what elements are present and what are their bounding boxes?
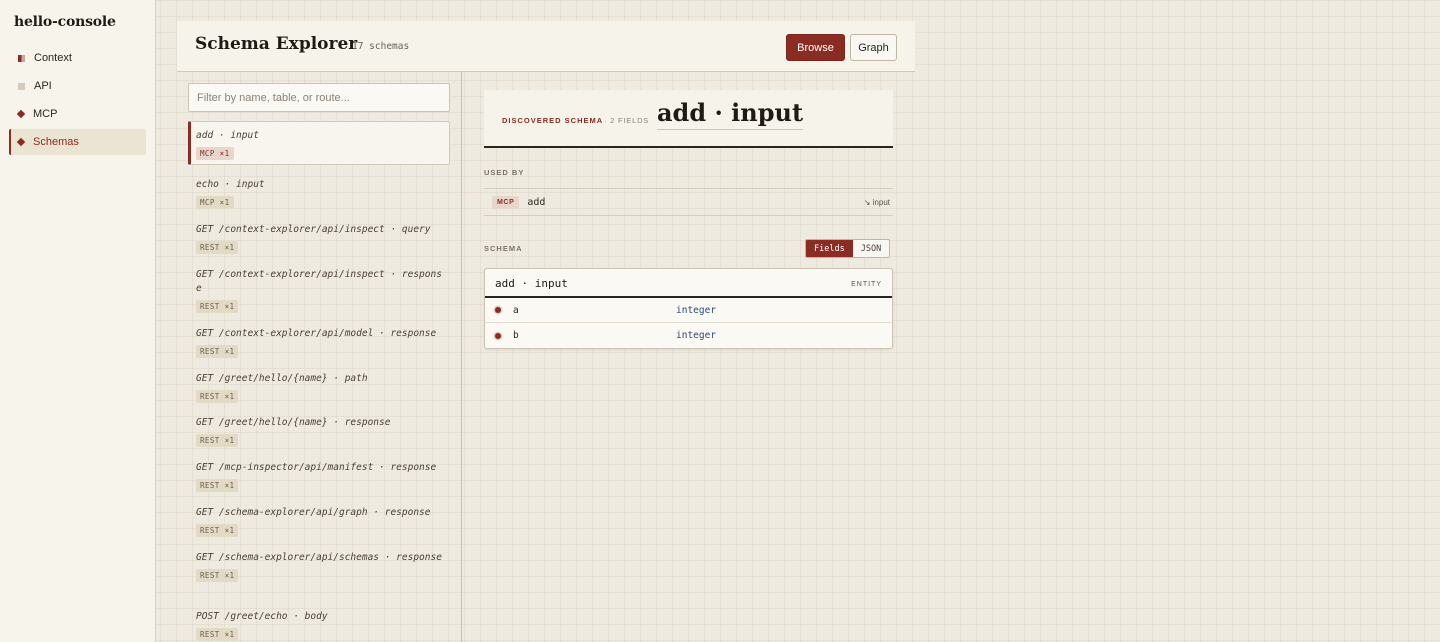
schema-list-item[interactable]: GET /greet/hello/{name} · response REST … [188, 409, 450, 448]
sidebar-item-label: Context [34, 52, 72, 64]
discovered-schema-label: DISCOVERED SCHEMA [502, 116, 604, 125]
sidebar-item-api[interactable]: API [9, 73, 146, 99]
sidebar-item-label: MCP [33, 108, 58, 120]
sidebar-item-schemas[interactable]: Schemas [9, 129, 146, 155]
schema-item-name: GET /greet/hello/{name} · response [196, 417, 391, 428]
required-dot-icon [495, 307, 501, 313]
entity-card: add · input ENTITY a integer b integer [484, 268, 893, 349]
used-by-name: add [527, 196, 546, 208]
view-toggle: Fields JSON [805, 239, 891, 258]
used-by-row[interactable]: MCP add ↘ input [484, 188, 893, 216]
schema-list-pane: add · input MCP ×1 echo · input MCP ×1 G… [177, 72, 462, 642]
schema-item-tag: REST ×1 [196, 524, 239, 537]
used-by-label: USED BY [484, 168, 525, 177]
schema-count: 17 schemas [352, 41, 410, 52]
schema-detail-header: DISCOVERED SCHEMA · 2 FIELDS add · input [484, 90, 893, 148]
schema-item-name: POST /greet/echo · body [196, 611, 328, 622]
schema-item-tag: REST ×1 [196, 345, 239, 358]
page-title: Schema Explorer [195, 34, 358, 54]
schema-item-tag: REST ×1 [196, 390, 239, 403]
schema-item-tag: REST ×1 [196, 434, 239, 447]
schema-list-item[interactable]: GET /schema-explorer/api/schemas · respo… [188, 544, 450, 583]
used-by-tag: MCP [492, 195, 520, 209]
entity-header: add · input ENTITY [485, 269, 892, 298]
context-icon [18, 54, 25, 62]
field-type: integer [676, 304, 717, 316]
field-row: a integer [485, 298, 892, 323]
entity-name: add · input [495, 277, 568, 290]
schema-item-tag: MCP ×1 [196, 147, 234, 160]
filter-input[interactable] [188, 83, 450, 112]
schema-item-tag: MCP ×1 [196, 196, 234, 209]
schema-list-item[interactable]: GET /schema-explorer/api/graph · respons… [188, 499, 450, 538]
field-row: b integer [485, 323, 892, 348]
field-type: integer [676, 330, 717, 341]
schema-item-tag: REST ×1 [196, 241, 239, 254]
schema-list-item[interactable]: add · input MCP ×1 [188, 121, 450, 165]
brand-title: hello-console [14, 14, 116, 30]
schema-item-name: GET /mcp-inspector/api/manifest · respon… [196, 462, 437, 473]
fields-tab[interactable]: Fields [806, 240, 853, 257]
diamond-icon [16, 109, 26, 119]
schema-item-tag: REST ×1 [196, 479, 239, 492]
schema-item-tag: REST ×1 [196, 569, 239, 582]
schema-title: add · input [657, 98, 804, 130]
schema-list-item[interactable]: GET /mcp-inspector/api/manifest · respon… [188, 454, 450, 493]
schema-list-item[interactable]: GET /context-explorer/api/inspect · resp… [188, 261, 450, 314]
field-name: b [513, 330, 519, 341]
schema-item-tag: REST ×1 [196, 300, 239, 313]
sidebar-item-label: Schemas [33, 136, 79, 148]
field-name: a [513, 304, 519, 316]
schema-list-item[interactable]: POST /greet/echo · body REST ×1 [188, 603, 450, 642]
schema-item-name: echo · input [196, 179, 265, 190]
diamond-icon [16, 137, 26, 147]
graph-button[interactable]: Graph [850, 34, 897, 61]
schema-item-name: GET /greet/hello/{name} · path [196, 373, 368, 384]
schema-item-name: GET /schema-explorer/api/schemas · respo… [196, 552, 442, 563]
schema-list-item[interactable]: echo · input MCP ×1 [188, 171, 450, 210]
schema-list-item[interactable]: GET /context-explorer/api/model · respon… [188, 320, 450, 359]
schema-item-name: GET /context-explorer/api/inspect · resp… [196, 269, 442, 294]
schema-item-name: GET /context-explorer/api/model · respon… [196, 328, 437, 339]
page-header: Schema Explorer 17 schemas Browse Graph [177, 21, 915, 72]
entity-kind-label: ENTITY [851, 281, 882, 288]
json-tab[interactable]: JSON [852, 240, 890, 257]
schema-list-item[interactable]: GET /greet/hello/{name} · path REST ×1 [188, 365, 450, 404]
sidebar: hello-console Context API MCP Schemas [0, 0, 156, 642]
schema-item-name: add · input [196, 130, 259, 141]
required-dot-icon [495, 332, 501, 339]
schema-item-name: GET /context-explorer/api/inspect · quer… [196, 224, 431, 235]
field-count: · 2 FIELDS [604, 116, 650, 125]
api-icon [18, 82, 25, 90]
sidebar-item-label: API [34, 80, 52, 92]
sidebar-item-mcp[interactable]: MCP [9, 101, 146, 127]
sidebar-item-context[interactable]: Context [9, 45, 146, 71]
schema-item-name: GET /schema-explorer/api/graph · respons… [196, 507, 431, 518]
schema-item-tag: REST ×1 [196, 628, 239, 641]
used-by-relation: ↘ input [863, 197, 890, 207]
browse-button[interactable]: Browse [786, 34, 845, 61]
schema-list-item[interactable]: GET /context-explorer/api/inspect · quer… [188, 216, 450, 255]
schema-section-label: SCHEMA [484, 244, 523, 253]
